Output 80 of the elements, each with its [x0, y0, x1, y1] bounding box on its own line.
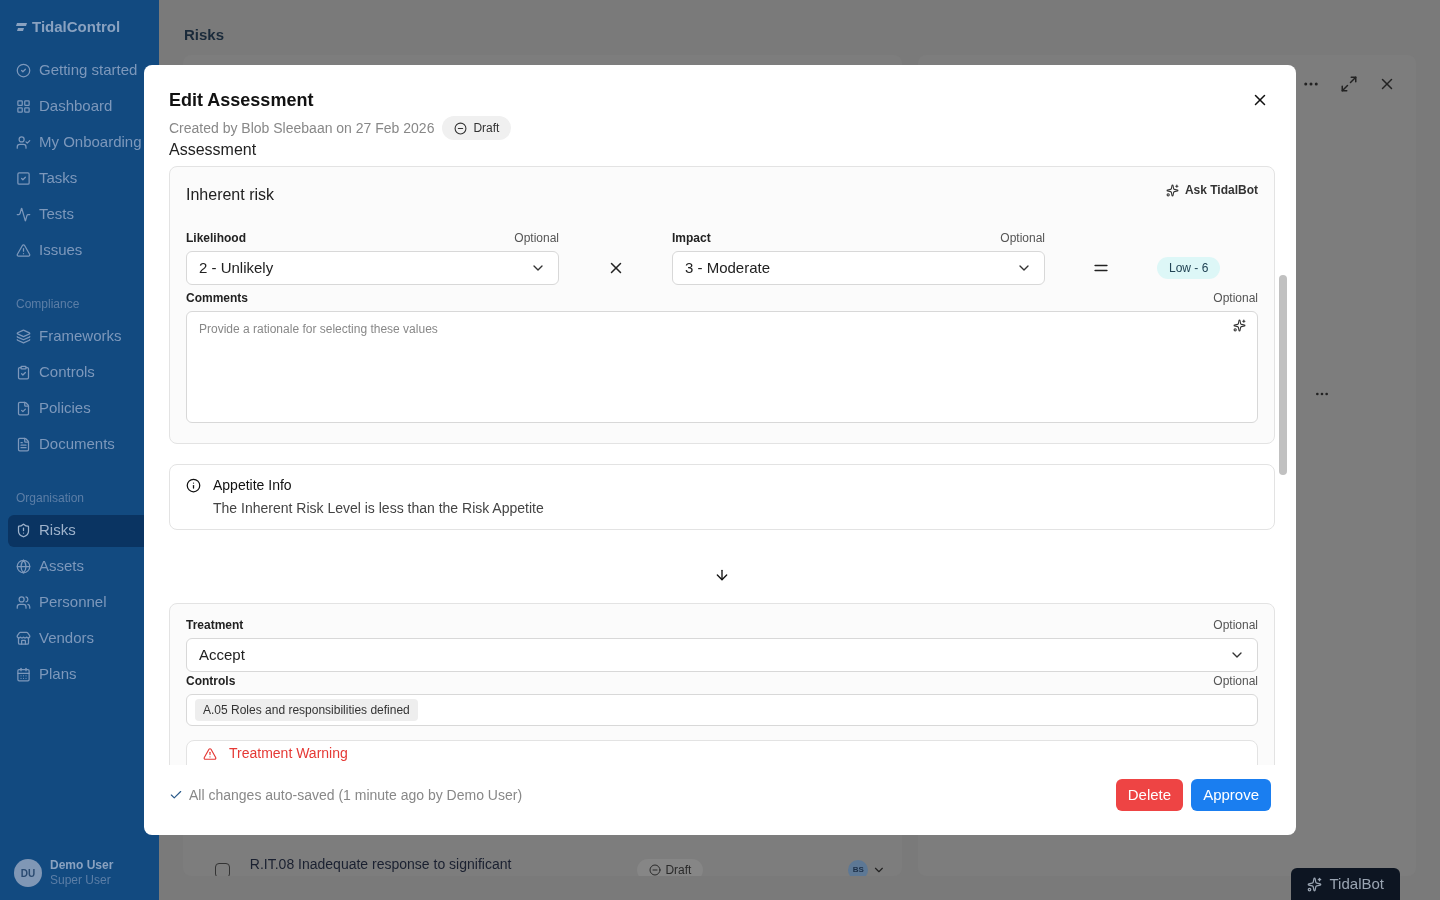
- optional-hint: Optional: [1213, 673, 1258, 690]
- shield-icon: [16, 523, 31, 538]
- created-by-text: Created by Blob Sleebaan on 27 Feb 2026: [169, 118, 435, 138]
- users-icon: [16, 595, 31, 610]
- sidebar-item[interactable]: Assets: [8, 550, 151, 583]
- optional-hint: Optional: [1213, 617, 1258, 634]
- tidalbot-button[interactable]: TidalBot: [1290, 868, 1400, 900]
- sidebar-item[interactable]: Issues: [8, 234, 151, 267]
- globe-icon: [16, 559, 31, 574]
- user-role: Super User: [50, 873, 112, 888]
- optional-hint: Optional: [1000, 230, 1045, 247]
- owner-avatar: BS: [848, 860, 869, 876]
- check-icon: [169, 788, 183, 802]
- sidebar-item[interactable]: Controls: [8, 356, 151, 389]
- logo: TidalControl: [32, 17, 121, 37]
- expand-icon[interactable]: [1340, 74, 1358, 93]
- sidebar-item[interactable]: Personnel: [8, 586, 151, 619]
- delete-button[interactable]: Delete: [1115, 779, 1184, 811]
- status-badge: Draft: [442, 116, 512, 140]
- warning-title: Treatment Warning: [229, 745, 348, 761]
- arrow-down-icon: [714, 567, 730, 583]
- control-tag[interactable]: A.05 Roles and responsibilities defined: [195, 699, 418, 721]
- ask-tidalbot-button[interactable]: Ask TidalBot: [1165, 181, 1258, 199]
- section-heading: Organisation: [15, 489, 86, 507]
- optional-hint: Optional: [1213, 290, 1258, 307]
- dialog-title: Edit Assessment: [169, 89, 314, 112]
- appetite-text: The Inherent Risk Level is less than the Risk Appetite: [213, 499, 544, 518]
- approve-button[interactable]: Approve: [1191, 779, 1271, 811]
- appetite-title: Appetite Info: [213, 476, 293, 495]
- checkbox-icon: [16, 171, 31, 186]
- sidebar-item[interactable]: Vendors: [8, 622, 151, 655]
- page-title: Risks: [184, 25, 226, 45]
- field-label: Likelihood: [186, 230, 246, 247]
- file-check-icon: [16, 401, 31, 416]
- optional-hint: Optional: [514, 230, 559, 247]
- row-checkbox[interactable]: [215, 862, 230, 876]
- section-title: Assessment: [169, 140, 258, 160]
- comments-field[interactable]: Provide a rationale for selecting these values: [186, 311, 1258, 423]
- user-name: Demo User: [50, 858, 114, 873]
- document-icon: [16, 437, 31, 452]
- autosave-status: All changes auto-saved (1 minute ago by Demo User): [189, 785, 523, 805]
- check-circle-icon: [16, 63, 31, 78]
- user-check-icon: [16, 135, 31, 150]
- sidebar-item[interactable]: My Onboarding: [8, 126, 151, 159]
- risk-title: R.IT.08 Inadequate response to significant: [249, 854, 513, 874]
- pulse-icon: [16, 207, 31, 222]
- field-label: Comments: [186, 290, 248, 307]
- sidebar-item[interactable]: Dashboard: [8, 90, 151, 123]
- info-icon: [186, 478, 201, 493]
- clipboard-icon: [16, 365, 31, 380]
- calendar-icon: [16, 667, 31, 682]
- warning-icon: [16, 243, 31, 258]
- section-heading: Compliance: [15, 295, 81, 313]
- controls-field[interactable]: A.05 Roles and responsibilities defined: [186, 694, 1258, 726]
- store-icon: [16, 631, 31, 646]
- field-label: Controls: [186, 673, 236, 690]
- sidebar-item[interactable]: Tasks: [8, 162, 151, 195]
- select-field[interactable]: Accept: [186, 638, 1258, 672]
- sidebar-item[interactable]: Documents: [8, 428, 151, 461]
- risk-score-badge: Low - 6: [1157, 257, 1221, 279]
- sidebar-item[interactable]: Frameworks: [8, 320, 151, 353]
- field-label: Impact: [672, 230, 711, 247]
- sparkles-icon: [1306, 876, 1322, 892]
- sidebar-item[interactable]: Policies: [8, 392, 151, 425]
- layers-icon: [16, 329, 31, 344]
- card-title: Inherent risk: [186, 185, 275, 205]
- sparkles-icon[interactable]: [1233, 319, 1246, 332]
- sidebar-item[interactable]: Getting started: [8, 54, 151, 87]
- grid-icon: [16, 99, 31, 114]
- sidebar-item[interactable]: Plans: [8, 658, 151, 691]
- status-badge: Draft: [637, 859, 704, 876]
- select-field[interactable]: 2 - Unlikely: [186, 251, 559, 285]
- select-field[interactable]: 3 - Moderate: [672, 251, 1045, 285]
- field-label: Treatment: [186, 617, 244, 634]
- logo-icon: [16, 22, 28, 33]
- user-avatar: DU: [14, 859, 42, 887]
- scrollbar-thumb[interactable]: [1279, 275, 1287, 475]
- sidebar-item[interactable]: Tests: [8, 198, 151, 231]
- sparkles-icon: [1165, 183, 1179, 197]
- warning-icon: [203, 747, 217, 761]
